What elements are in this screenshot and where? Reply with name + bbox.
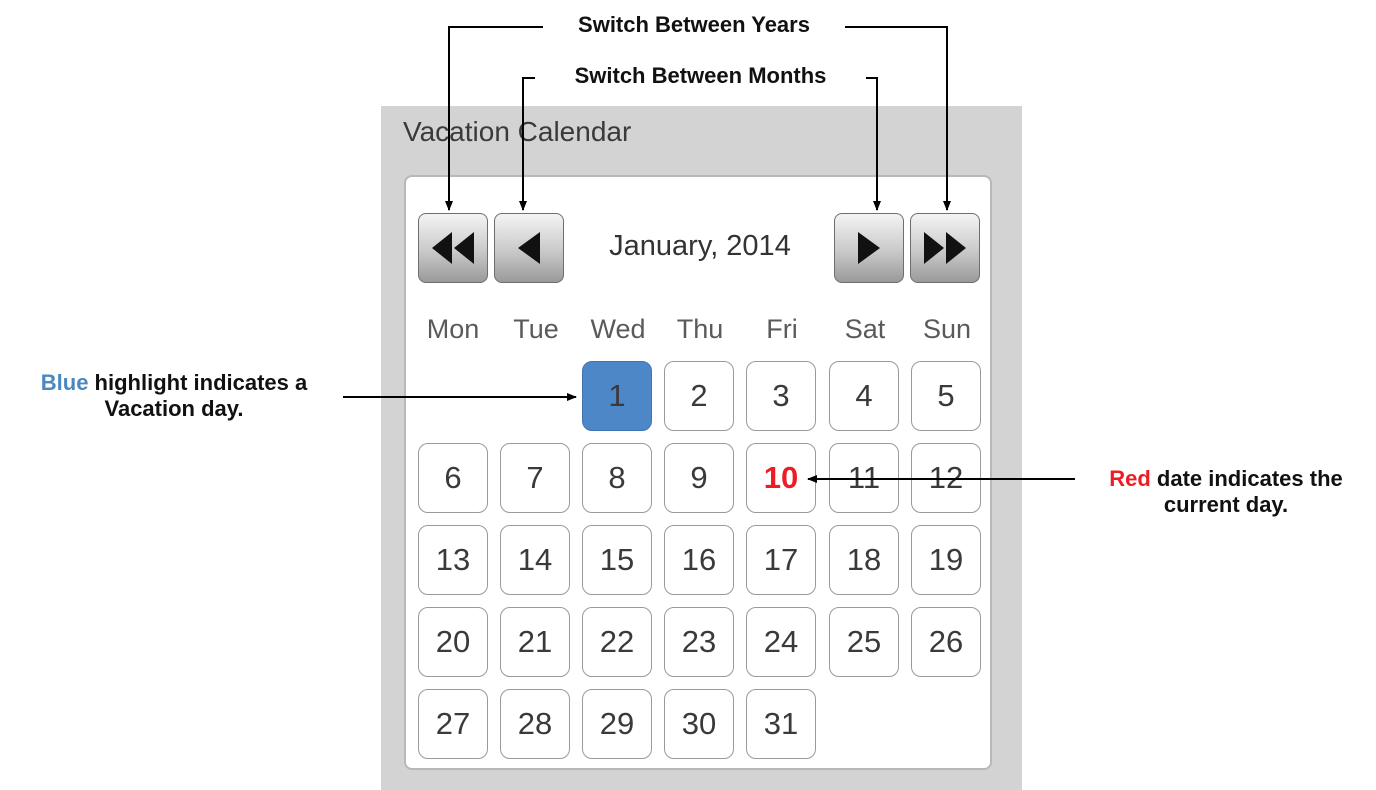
years-callout: Switch Between Years <box>578 12 810 37</box>
current-day-callout: Red date indicates the current day. <box>1078 466 1374 519</box>
months-callout: Switch Between Months <box>574 63 827 88</box>
blue-keyword: Blue <box>40 370 89 395</box>
current-day-callout-line1: date indicates the <box>1150 466 1343 491</box>
vacation-callout: Blue highlight indicates a Vacation day. <box>4 370 344 423</box>
vacation-callout-line2: Vacation day. <box>104 396 244 422</box>
red-keyword: Red <box>1109 466 1151 491</box>
vacation-callout-line1: highlight indicates a <box>88 370 308 395</box>
current-day-callout-line2: current day. <box>1163 492 1289 518</box>
